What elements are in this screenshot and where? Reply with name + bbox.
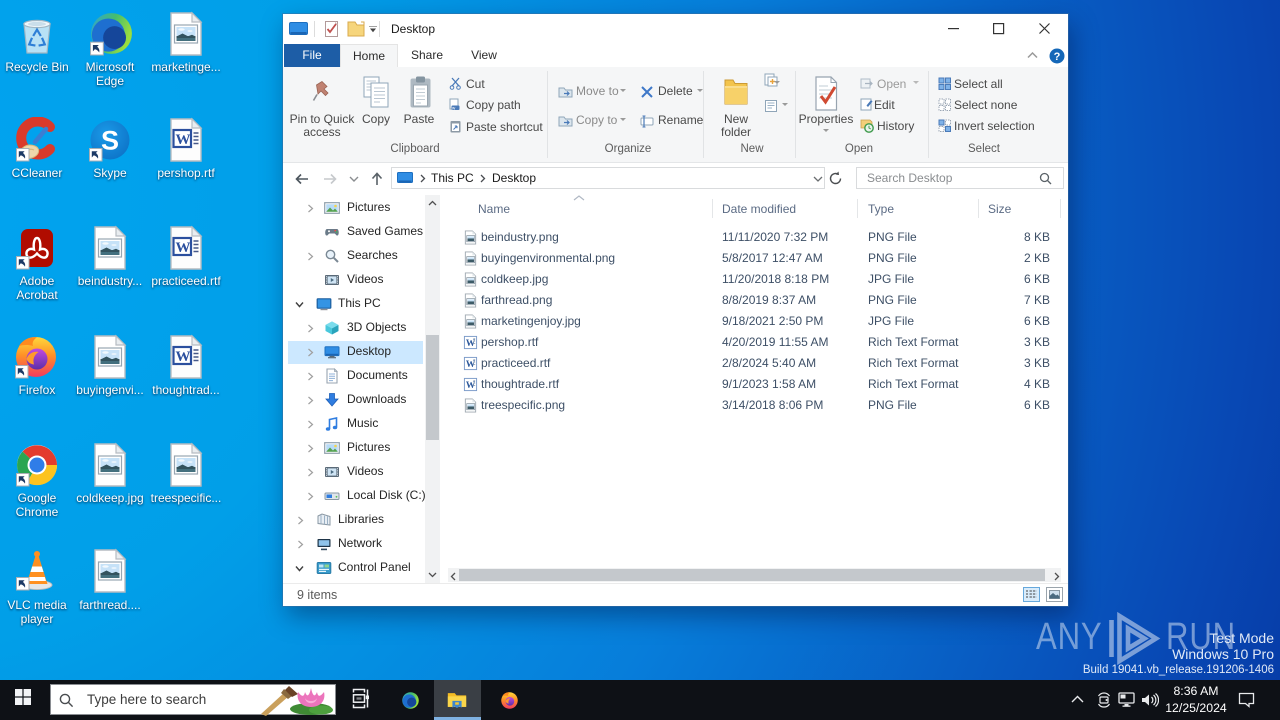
svg-text:?: ? xyxy=(1054,51,1061,63)
